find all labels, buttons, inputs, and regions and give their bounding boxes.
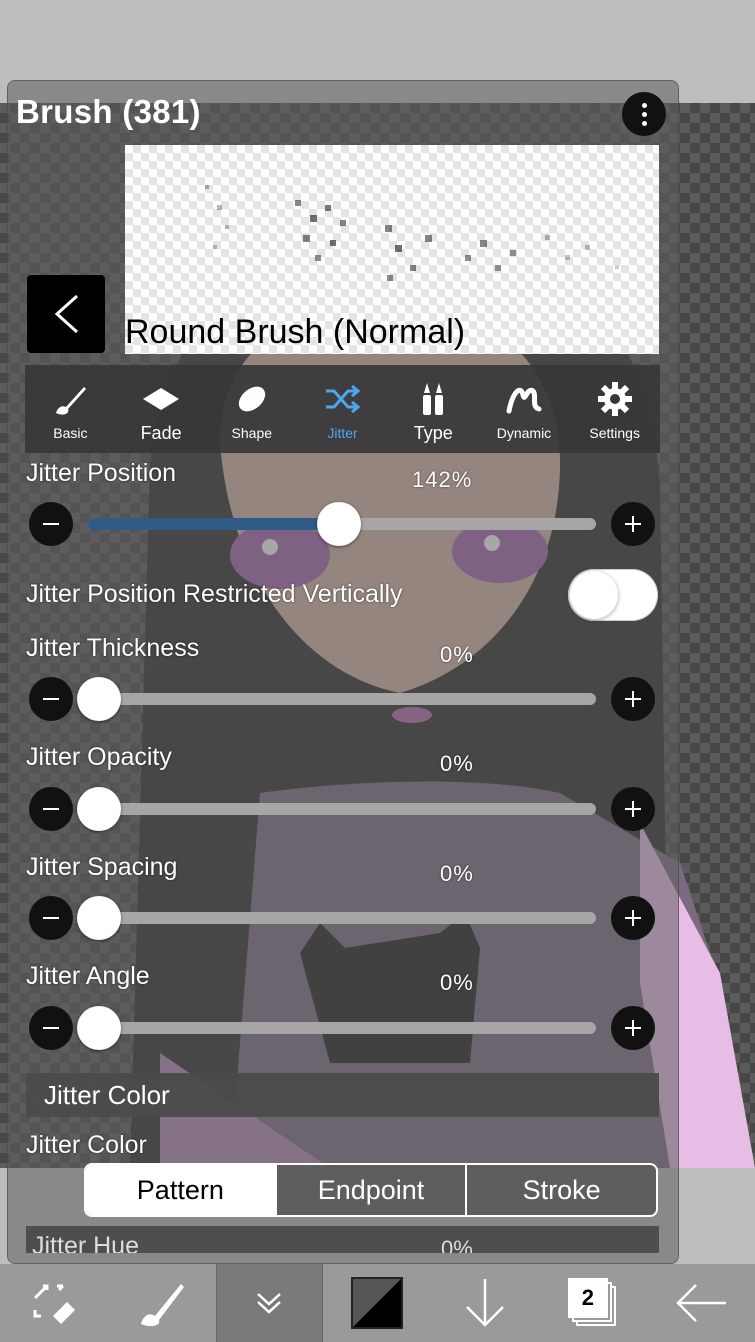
download-button[interactable] [431, 1264, 539, 1342]
plus-icon [625, 801, 641, 817]
tab-label: Type [413, 423, 453, 443]
plus-icon [625, 516, 641, 532]
jitter-opacity-slider-thumb[interactable] [77, 787, 121, 831]
jitter-spacing-slider[interactable] [88, 912, 596, 924]
tab-label: Basic [53, 425, 88, 441]
brush-icon [56, 387, 87, 415]
jitter-hue-label: Jitter Hue [32, 1232, 139, 1253]
bottom-toolbar: 2 [0, 1264, 755, 1342]
collapse-icon [257, 1293, 282, 1314]
minus-icon [43, 917, 59, 919]
jitter-thickness-increase-button[interactable] [611, 677, 655, 721]
tab-label: Jitter [327, 425, 358, 441]
jitter-angle-slider-thumb[interactable] [77, 1006, 121, 1050]
plus-icon [625, 1020, 641, 1036]
jitter-thickness-value: 0% [440, 642, 474, 667]
jitter-angle-decrease-button[interactable] [29, 1006, 73, 1050]
minus-icon [43, 808, 59, 810]
brush-type-icon [423, 383, 444, 415]
jitter-color-mode-selector: Pattern Endpoint Stroke [84, 1163, 658, 1217]
brush-name: Round Brush (Normal) [125, 313, 466, 351]
jitter-thickness-decrease-button[interactable] [29, 677, 73, 721]
jitter-opacity-decrease-button[interactable] [29, 787, 73, 831]
tab-label: Fade [140, 423, 182, 443]
color-icon [351, 1277, 404, 1329]
shuffle-icon [325, 384, 360, 414]
ellipse-icon [238, 386, 265, 412]
tab-label: Dynamic [496, 425, 552, 441]
tab-jitter[interactable]: Jitter [297, 365, 388, 453]
jitter-spacing-slider-thumb[interactable] [77, 896, 121, 940]
jitter-thickness-label: Jitter Thickness [26, 634, 200, 662]
plus-icon [625, 910, 641, 926]
jitter-color-label: Jitter Color [26, 1131, 147, 1159]
jitter-color-option-endpoint[interactable]: Endpoint [274, 1165, 466, 1215]
tab-label: Settings [589, 425, 640, 441]
tab-label: Shape [231, 425, 273, 441]
more-menu-button[interactable] [622, 92, 666, 136]
jitter-angle-increase-button[interactable] [611, 1006, 655, 1050]
back-button-toolbar[interactable] [647, 1264, 755, 1342]
transform-icon [33, 1284, 75, 1324]
layers-button[interactable]: 2 [539, 1264, 647, 1342]
jitter-spacing-value: 0% [440, 861, 474, 886]
jitter-position-increase-button[interactable] [611, 502, 655, 546]
jitter-angle-value: 0% [440, 970, 474, 995]
jitter-angle-label: Jitter Angle [26, 962, 150, 990]
jitter-position-value: 142% [412, 467, 473, 492]
layers-icon: 2 [567, 1278, 618, 1328]
toggle-knob [570, 571, 618, 619]
layers-count: 2 [567, 1278, 608, 1318]
transform-button[interactable] [0, 1264, 108, 1342]
minus-icon [43, 1027, 59, 1029]
panel-title: Brush (381) [16, 93, 201, 130]
back-arrow-icon [675, 1284, 726, 1322]
tab-fade[interactable]: Fade [116, 365, 207, 453]
jitter-color-option-stroke[interactable]: Stroke [465, 1165, 656, 1215]
download-icon [466, 1279, 504, 1327]
jitter-position-label: Jitter Position [26, 459, 177, 487]
jitter-thickness-slider[interactable] [88, 693, 596, 705]
slider-fill [88, 518, 338, 530]
brush-settings-tabs: Basic Fade Shape Jitter Type Dynamic Set… [25, 365, 660, 453]
brush-stroke-preview [205, 185, 619, 281]
jitter-hue-value: 0% [441, 1236, 473, 1253]
jitter-color-section-header: Jitter Color [26, 1073, 659, 1117]
jitter-opacity-label: Jitter Opacity [26, 743, 172, 771]
jitter-angle-slider[interactable] [88, 1022, 596, 1034]
tab-basic[interactable]: Basic [25, 365, 116, 453]
brush-tool-button[interactable] [108, 1264, 216, 1342]
brush-preview: Round Brush (Normal) [125, 145, 659, 354]
color-picker-button[interactable] [323, 1264, 431, 1342]
tab-dynamic[interactable]: Dynamic [479, 365, 570, 453]
minus-icon [43, 698, 59, 700]
brush-panel: Brush (381) Round Brush (Normal) Basic F… [7, 80, 679, 1264]
collapse-panel-button[interactable] [215, 1264, 324, 1342]
diamond-icon [143, 388, 180, 410]
jitter-position-slider-thumb[interactable] [317, 502, 361, 546]
jitter-color-option-pattern[interactable]: Pattern [86, 1165, 275, 1215]
tab-shape[interactable]: Shape [206, 365, 297, 453]
jitter-position-decrease-button[interactable] [29, 502, 73, 546]
gear-icon [597, 382, 632, 416]
squiggle-icon [506, 387, 542, 414]
minus-icon [43, 523, 59, 525]
jitter-thickness-slider-thumb[interactable] [77, 677, 121, 721]
jitter-spacing-decrease-button[interactable] [29, 896, 73, 940]
tab-type[interactable]: Type [388, 365, 479, 453]
jitter-spacing-label: Jitter Spacing [26, 853, 178, 881]
tab-settings[interactable]: Settings [569, 365, 660, 453]
chevron-left-icon [54, 294, 79, 334]
jitter-opacity-increase-button[interactable] [611, 787, 655, 831]
restricted-vertically-toggle[interactable] [568, 569, 658, 621]
restricted-vertically-label: Jitter Position Restricted Vertically [26, 580, 403, 608]
jitter-hue-row: Jitter Hue 0% [26, 1226, 659, 1253]
back-button[interactable] [27, 275, 105, 353]
brush-icon [140, 1284, 184, 1327]
jitter-opacity-slider[interactable] [88, 803, 596, 815]
plus-icon [625, 691, 641, 707]
jitter-spacing-increase-button[interactable] [611, 896, 655, 940]
jitter-opacity-value: 0% [440, 751, 474, 776]
